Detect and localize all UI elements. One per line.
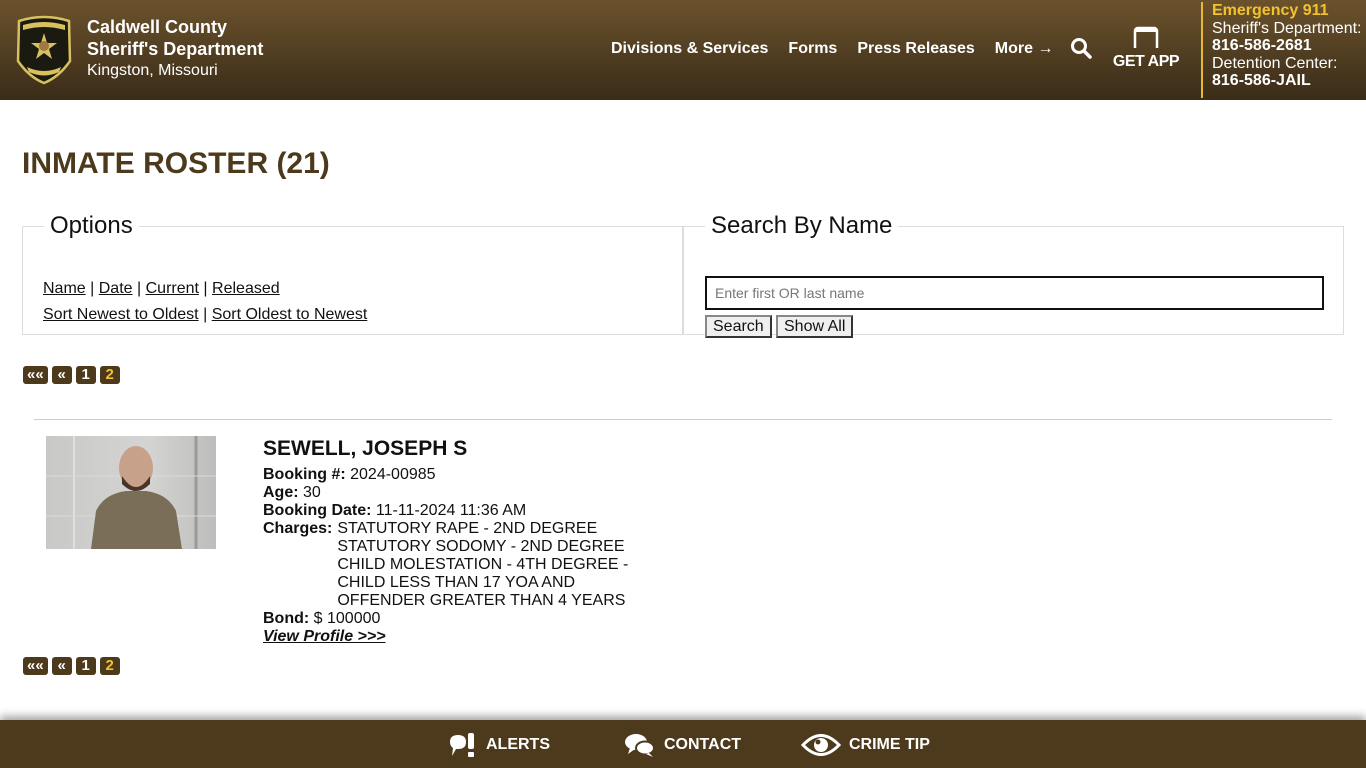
age-row: Age: 30 [263, 484, 628, 502]
charges-row: Charges: STATUTORY RAPE - 2ND DEGREE STA… [263, 520, 628, 610]
chat-bubbles-icon [625, 734, 655, 757]
nav-more[interactable]: More → [995, 40, 1054, 58]
filter-date[interactable]: Date [99, 280, 133, 297]
charge-item: STATUTORY SODOMY - 2ND DEGREE [337, 538, 625, 555]
brand-block[interactable]: Caldwell County Sheriff's Department Kin… [87, 16, 263, 82]
search-legend: Search By Name [711, 212, 893, 239]
sheriff-badge-logo[interactable] [15, 15, 73, 85]
site-header: Caldwell County Sheriff's Department Kin… [0, 0, 1366, 100]
prev-page-button[interactable]: « [51, 657, 72, 675]
booking-date-row: Booking Date: 11-11-2024 11:36 AM [263, 502, 628, 520]
bond-label: Bond: [263, 610, 310, 627]
options-legend: Options [50, 212, 133, 239]
get-app-button[interactable]: GET APP [1110, 26, 1182, 71]
name-search-input[interactable] [705, 276, 1324, 310]
sort-oldest-to-newest[interactable]: Sort Oldest to Newest [212, 306, 368, 323]
bond-value: $ 100000 [313, 610, 381, 627]
age-value: 30 [303, 484, 321, 501]
inmate-name: SEWELL, JOSEPH S [263, 437, 468, 460]
charge-item: STATUTORY RAPE - 2ND DEGREE [337, 520, 598, 537]
sheriff-label: Sheriff's Department: [1212, 19, 1362, 37]
filter-current[interactable]: Current [146, 280, 199, 297]
divider [34, 419, 1332, 420]
main-nav: Divisions & Services Forms Press Release… [611, 40, 1073, 58]
inmate-photo[interactable] [46, 436, 216, 549]
org-name-line1: Caldwell County [87, 17, 228, 37]
inmate-record: SEWELL, JOSEPH S Booking #: 2024-00985 A… [263, 437, 628, 646]
search-icon[interactable] [1070, 37, 1092, 59]
filter-released[interactable]: Released [212, 280, 280, 297]
sort-links: Sort Newest to Oldest | Sort Oldest to N… [43, 306, 367, 324]
eye-icon [801, 734, 841, 756]
first-page-button[interactable]: «« [23, 657, 48, 675]
crime-tip-button[interactable]: CRIME TIP [801, 732, 930, 758]
mugshot-image [46, 436, 216, 549]
nav-press-releases[interactable]: Press Releases [857, 40, 974, 58]
booking-number: 2024-00985 [350, 466, 436, 483]
emergency-911[interactable]: Emergency 911 [1212, 2, 1362, 20]
view-profile-link[interactable]: View Profile >>> [263, 628, 386, 645]
separator: | [203, 280, 208, 297]
first-page-button[interactable]: «« [23, 366, 48, 384]
show-all-button[interactable]: Show All [776, 315, 854, 338]
sort-newest-to-oldest[interactable]: Sort Newest to Oldest [43, 306, 199, 323]
org-location: Kingston, Missouri [87, 62, 218, 79]
alerts-label: ALERTS [486, 736, 550, 753]
filter-links: Name | Date | Current | Released [43, 280, 280, 298]
separator: | [90, 280, 95, 297]
search-panel: Search By Name Search Show All [683, 212, 1344, 338]
nav-divisions-services[interactable]: Divisions & Services [611, 40, 768, 58]
page-title: INMATE ROSTER (21) [22, 147, 330, 180]
detention-phone[interactable]: 816-586-JAIL [1212, 72, 1362, 90]
options-panel: Options Name | Date | Current | Released… [22, 212, 683, 335]
alert-bubble-icon [450, 733, 474, 757]
crime-tip-label: CRIME TIP [849, 736, 930, 753]
prev-page-button[interactable]: « [51, 366, 72, 384]
booking-number-label: Booking #: [263, 466, 346, 483]
emergency-contacts: Emergency 911 Sheriff's Department: 816-… [1201, 2, 1362, 98]
page-2-current[interactable]: 2 [99, 366, 120, 384]
get-app-label: GET APP [1112, 53, 1180, 70]
bond-row: Bond: $ 100000 [263, 610, 628, 628]
charge-item: CHILD MOLESTATION - 4TH DEGREE - [337, 556, 629, 573]
filter-name[interactable]: Name [43, 280, 86, 297]
contact-button[interactable]: CONTACT [624, 732, 741, 758]
page-1-button[interactable]: 1 [75, 366, 96, 384]
page-2-current[interactable]: 2 [99, 657, 120, 675]
phone-icon [1133, 26, 1159, 54]
nav-forms[interactable]: Forms [788, 40, 837, 58]
booking-number-row: Booking #: 2024-00985 [263, 466, 628, 484]
org-name-line2: Sheriff's Department [87, 39, 264, 59]
charges-list: STATUTORY RAPE - 2ND DEGREE STATUTORY SO… [337, 520, 628, 610]
separator: | [137, 280, 142, 297]
page-1-button[interactable]: 1 [75, 657, 96, 675]
pagination-top: «« « 1 2 [23, 366, 120, 384]
charges-label: Charges: [263, 520, 333, 537]
contact-label: CONTACT [664, 736, 742, 753]
charge-item: CHILD LESS THAN 17 YOA AND [337, 574, 576, 591]
booking-date-label: Booking Date: [263, 502, 372, 519]
age-label: Age: [263, 484, 299, 501]
bottom-action-bar: ALERTS CONTACT CRIME TIP [0, 720, 1366, 768]
separator: | [203, 306, 208, 323]
pagination-bottom: «« « 1 2 [23, 657, 120, 675]
charge-item: OFFENDER GREATER THAN 4 YEARS [337, 592, 626, 609]
alerts-button[interactable]: ALERTS [448, 732, 550, 758]
search-button[interactable]: Search [705, 315, 772, 338]
sheriff-phone[interactable]: 816-586-2681 [1212, 37, 1362, 55]
booking-date: 11-11-2024 11:36 AM [375, 502, 527, 519]
detention-label: Detention Center: [1212, 54, 1338, 72]
